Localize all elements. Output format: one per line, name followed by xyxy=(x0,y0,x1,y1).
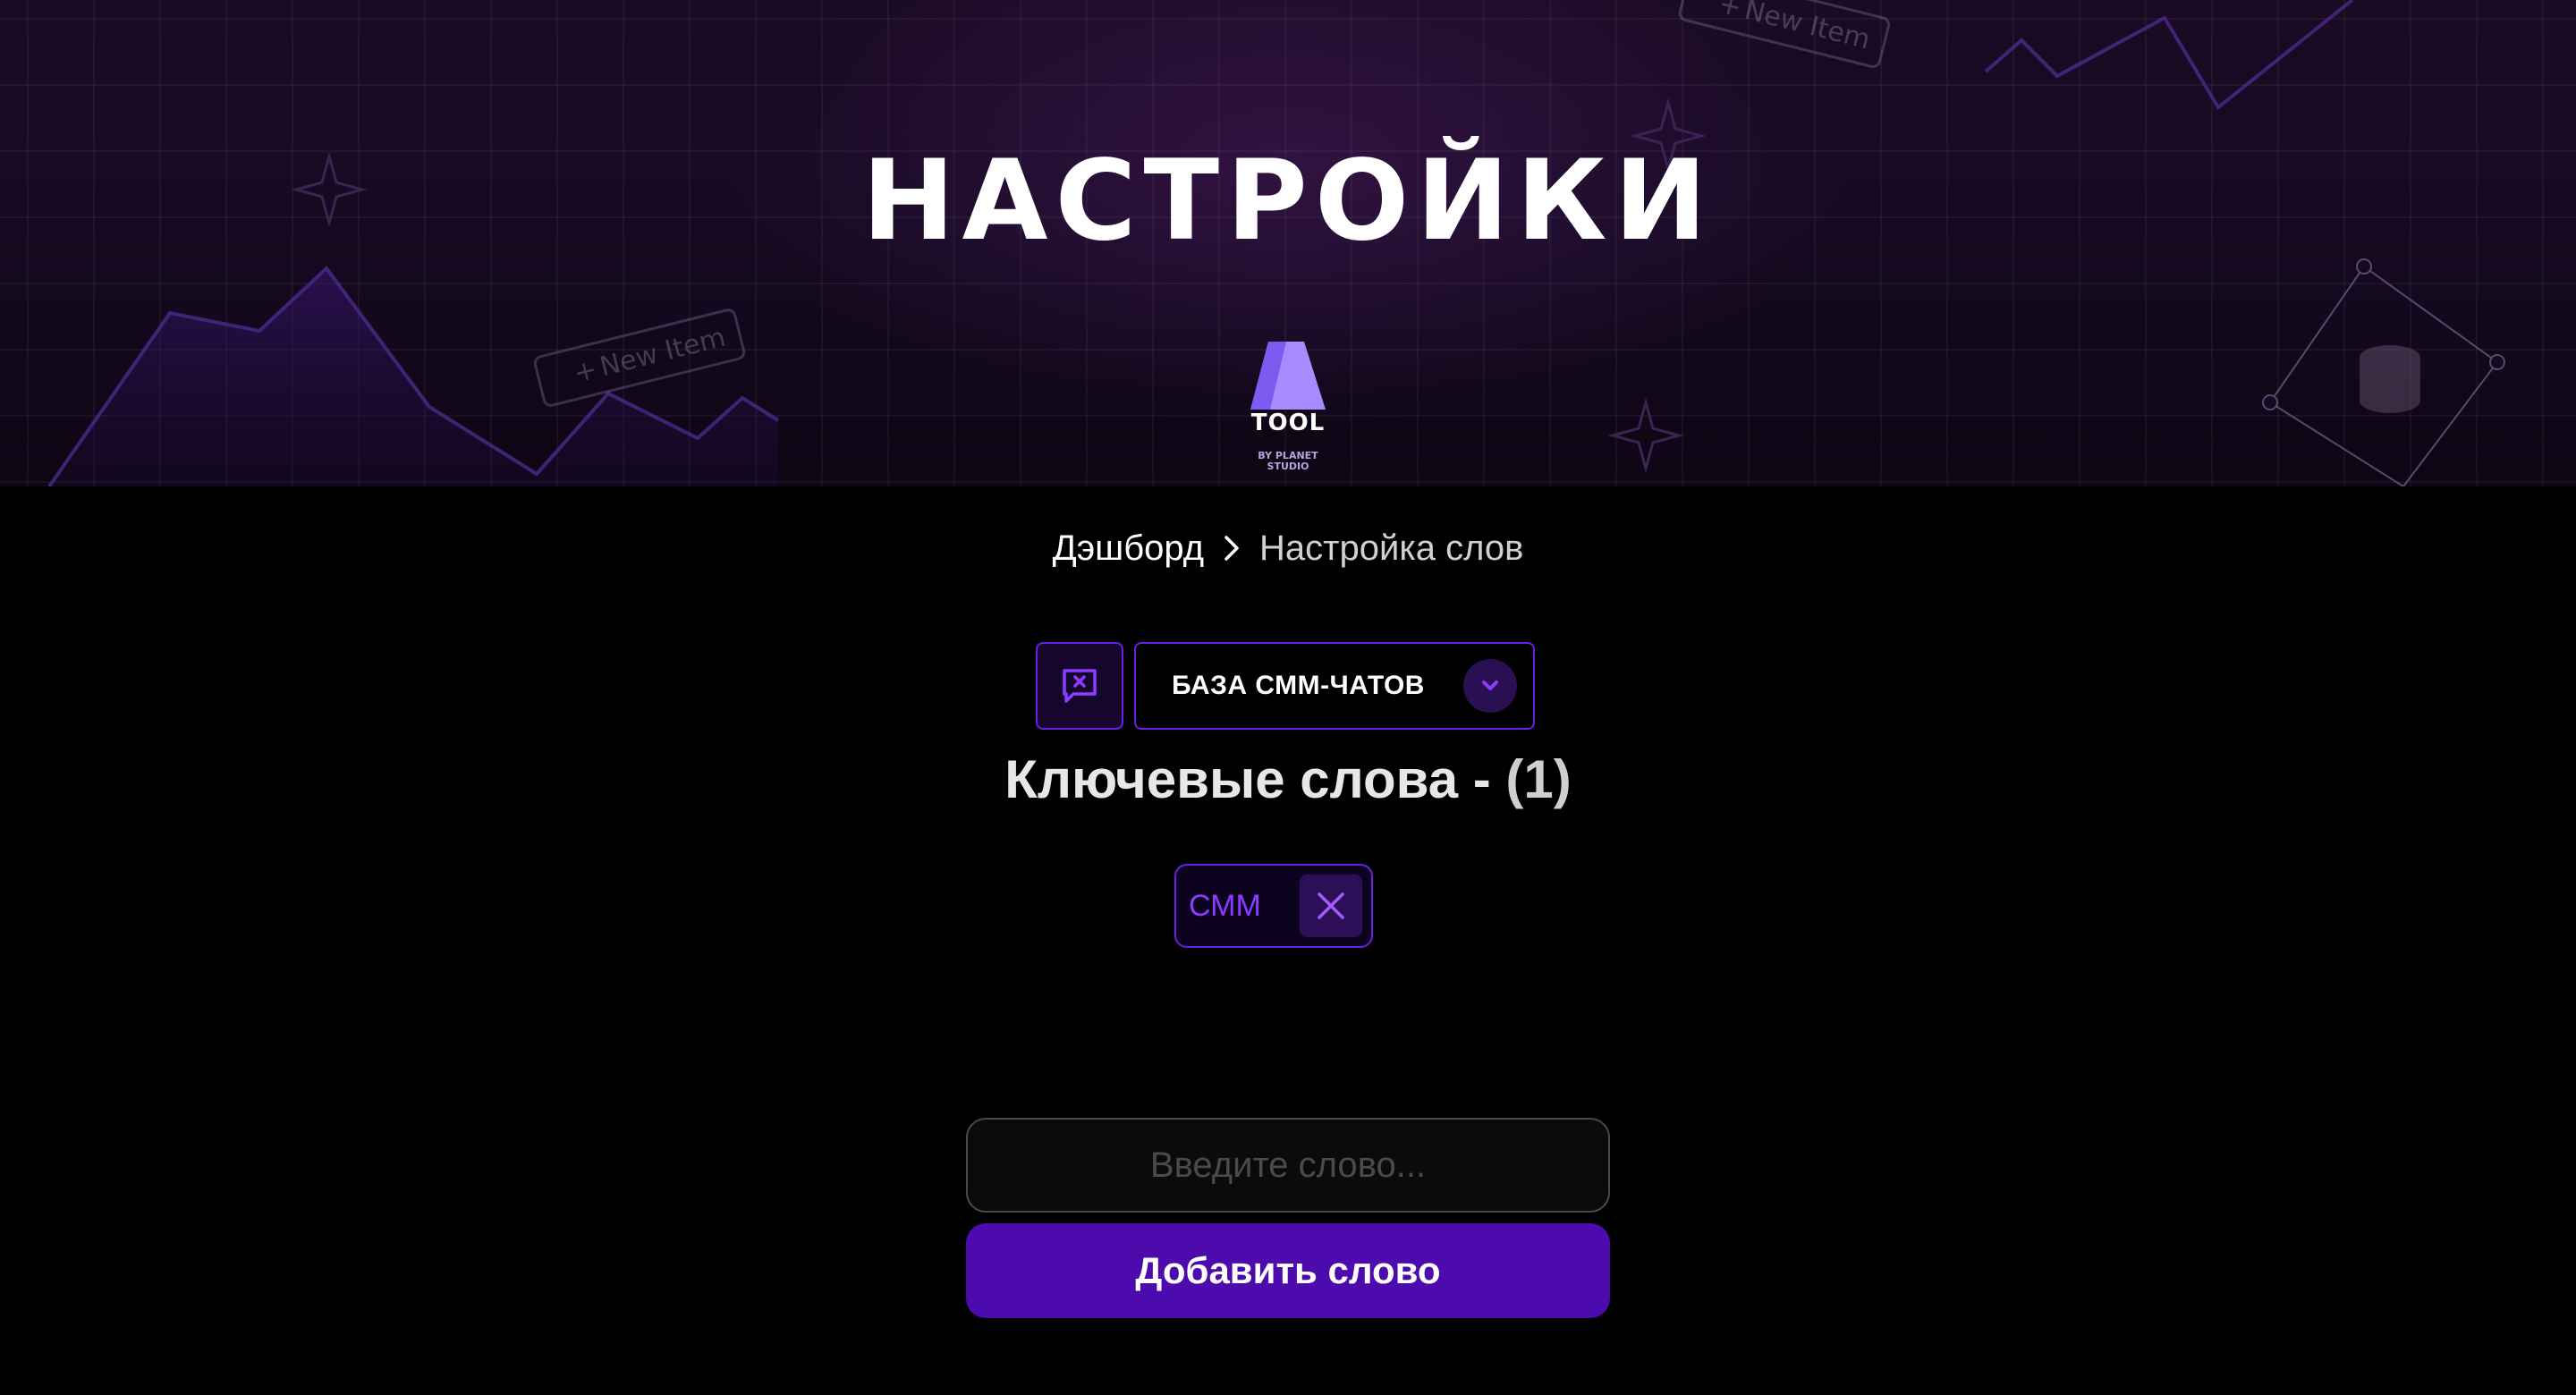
chat-remove-icon xyxy=(1063,669,1097,703)
breadcrumb-home-link[interactable]: Дэшборд xyxy=(1053,523,1204,573)
add-word-button[interactable]: Добавить слово xyxy=(966,1223,1610,1318)
keyword-remove-button[interactable] xyxy=(1300,875,1362,937)
word-input[interactable] xyxy=(966,1118,1610,1213)
database-selector-row: БАЗА СММ-ЧАТОВ xyxy=(1036,642,1535,731)
keywords-title: Ключевые слова - (1) xyxy=(0,747,2576,813)
breadcrumb: Дэшборд Настройка слов xyxy=(0,523,2576,573)
svg-text:+: + xyxy=(1716,0,1745,24)
page-title: НАСТРОЙКИ xyxy=(861,137,1715,266)
close-icon xyxy=(1318,892,1344,919)
keyword-chip-label: СММ xyxy=(1189,888,1261,923)
hero-banner: + New Item + New Item НАСТРОЙКИ TOOL BY … xyxy=(0,0,2576,486)
logo-name: TOOL xyxy=(1250,410,1326,436)
logo-mark-icon xyxy=(1250,342,1326,410)
logo-tagline: BY PLANET STUDIO xyxy=(1258,450,1318,472)
app-logo: TOOL BY PLANET STUDIO xyxy=(1243,340,1333,474)
keywords-count: (1) xyxy=(1505,749,1572,809)
breadcrumb-current: Настройка слов xyxy=(1259,528,1524,568)
keyword-chip: СММ xyxy=(1174,864,1373,948)
database-select-value: БАЗА СММ-ЧАТОВ xyxy=(1172,671,1425,700)
svg-text:New Item: New Item xyxy=(1741,0,1873,55)
chat-settings-button[interactable] xyxy=(1036,642,1123,730)
keywords-title-text: Ключевые слова - xyxy=(1004,749,1506,809)
database-select[interactable]: БАЗА СММ-ЧАТОВ xyxy=(1134,642,1535,730)
svg-text:New Item: New Item xyxy=(597,322,728,384)
chevron-right-icon xyxy=(1222,535,1241,562)
svg-text:+: + xyxy=(571,354,600,390)
settings-page: + New Item + New Item НАСТРОЙКИ TOOL BY … xyxy=(0,0,2576,1395)
chevron-down-icon xyxy=(1463,659,1517,713)
